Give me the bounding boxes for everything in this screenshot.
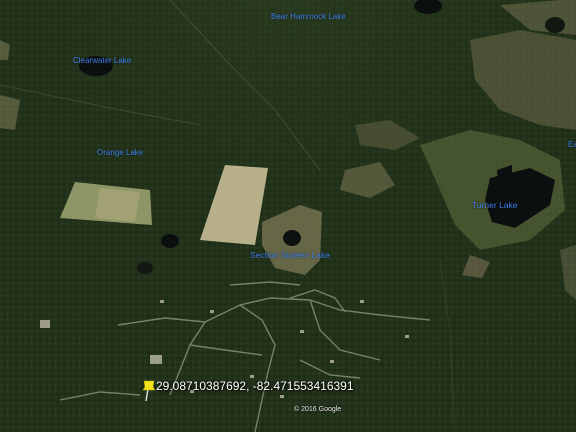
coordinate-readout: 29.08710387692, -82.471553416391 <box>156 379 354 393</box>
satellite-map-view[interactable]: Bear Hammock Lake Clearwater Lake Orange… <box>0 0 576 432</box>
label-orange-lake[interactable]: Orange Lake <box>97 148 143 157</box>
label-turner-lake[interactable]: Turner Lake <box>472 200 518 210</box>
label-bear-hammock-lake[interactable]: Bear Hammock Lake <box>271 12 346 21</box>
copyright-notice: © 2016 Google <box>294 406 342 413</box>
label-section-sixteen-lake[interactable]: Section Sixteen Lake <box>250 250 330 260</box>
label-clearwater-lake[interactable]: Clearwater Lake <box>73 56 131 65</box>
label-edge-fragment[interactable]: Ea <box>568 140 576 149</box>
pushpin-icon[interactable] <box>142 380 156 402</box>
